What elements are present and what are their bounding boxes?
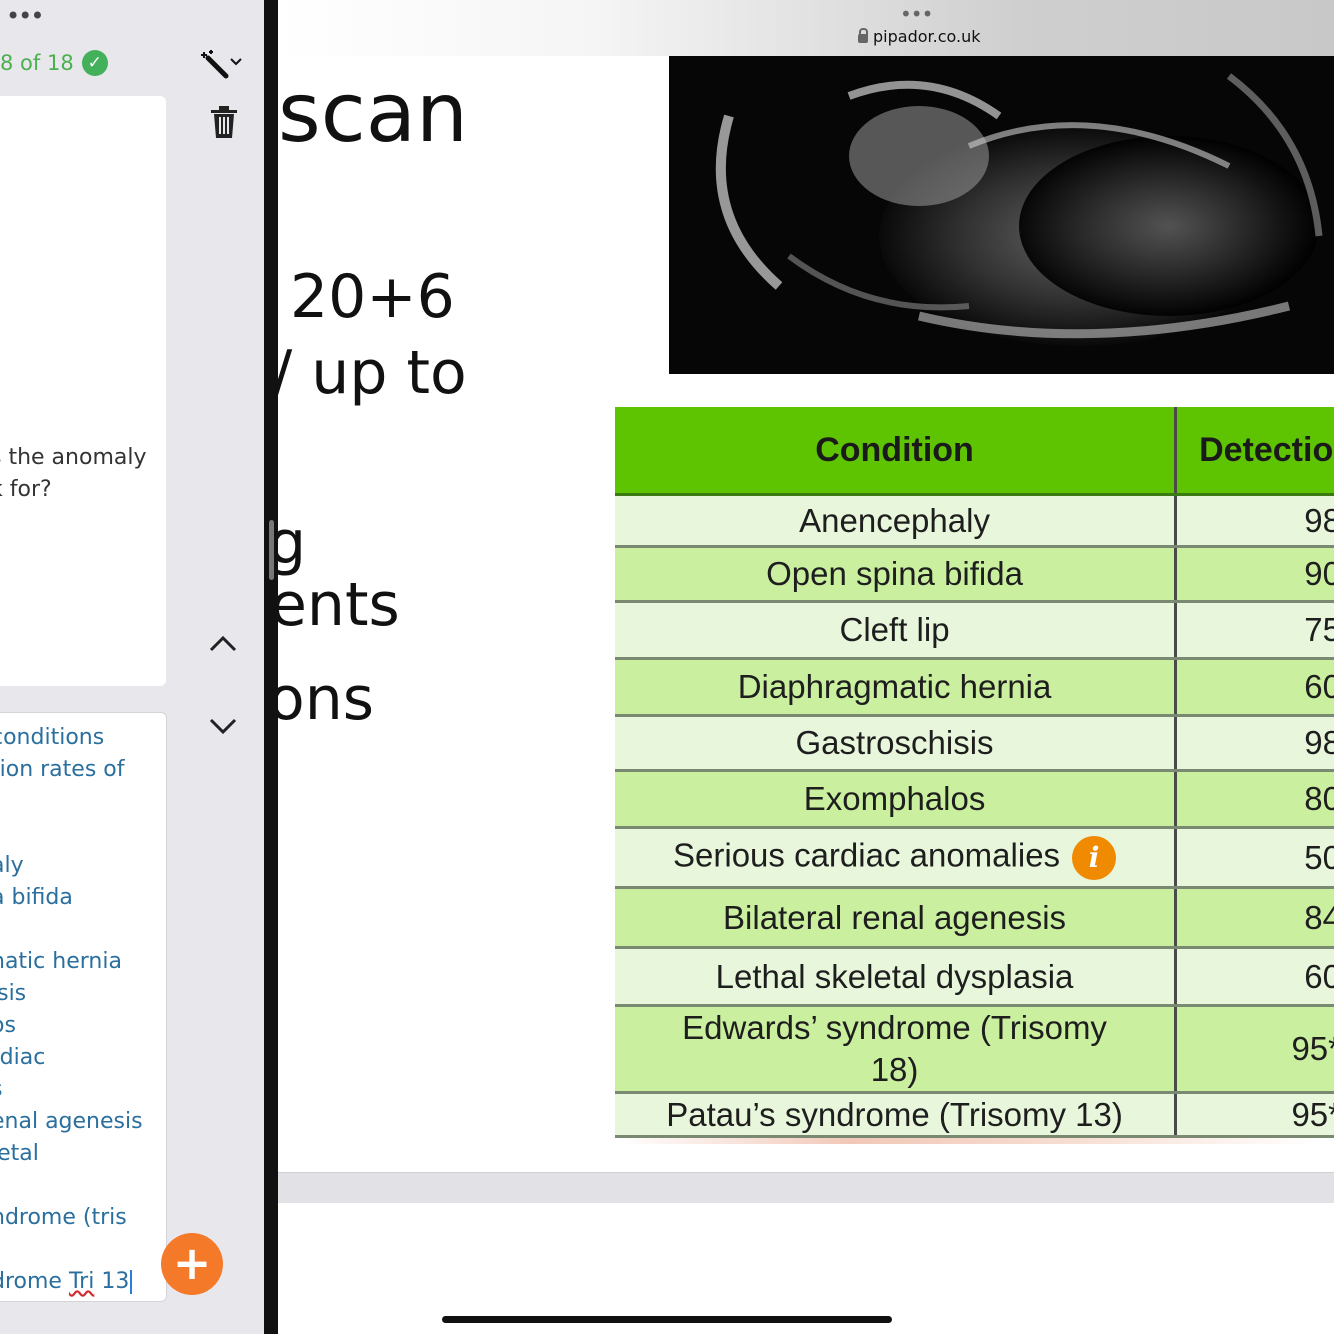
- table-header-row: Condition Detection: [615, 407, 1334, 496]
- answer-text: drome: [0, 1269, 62, 1294]
- condition-cell: Anencephaly: [615, 494, 1178, 548]
- question-card[interactable]: s the anomaly k for?: [0, 96, 166, 686]
- detection-cell: 98: [1175, 494, 1334, 548]
- detection-rates-table: Condition Detection Anencephaly 98 Open …: [615, 407, 1334, 1138]
- magic-wand-icon[interactable]: [196, 46, 248, 82]
- answer-line: rdiac: [0, 1045, 46, 1070]
- detection-cell: 80: [1175, 770, 1334, 829]
- misspelled-word[interactable]: Tri: [69, 1269, 94, 1294]
- page-separator: [278, 1172, 1334, 1203]
- split-view-grip-handle[interactable]: [269, 520, 274, 580]
- detection-cell: 50: [1175, 827, 1334, 889]
- detection-cell: 98: [1175, 715, 1334, 772]
- condition-cell: Cleft lip: [615, 601, 1178, 660]
- detection-cell: 84: [1175, 887, 1334, 949]
- condition-cell: Lethal skeletal dysplasia: [615, 947, 1178, 1007]
- detection-cell: 60: [1175, 947, 1334, 1007]
- slide-text: 20+6: [290, 262, 455, 332]
- condition-cell: Exomphalos: [615, 770, 1178, 829]
- table-row: Open spina bifida 90: [615, 546, 1334, 603]
- multitask-dots-icon[interactable]: •••: [900, 2, 933, 26]
- condition-cell: Diaphragmatic hernia: [615, 658, 1178, 717]
- plus-icon: +: [172, 1236, 212, 1290]
- table-row: Serious cardiac anomalies i 50: [615, 827, 1334, 889]
- lock-icon: [858, 28, 868, 43]
- answer-card[interactable]: conditions tion rates of aly a bifida na…: [0, 712, 167, 1302]
- card-counter: 8 of 18 ✓: [0, 50, 108, 76]
- answer-line: s: [0, 1075, 2, 1105]
- address-bar[interactable]: pipador.co.uk: [858, 27, 981, 46]
- add-card-button[interactable]: +: [161, 1233, 223, 1295]
- chevron-down-icon[interactable]: [206, 712, 240, 740]
- table-row: Gastroschisis 98: [615, 715, 1334, 772]
- question-text: s the anomaly k for?: [0, 445, 147, 502]
- condition-cell: Gastroschisis: [615, 715, 1178, 772]
- split-view-divider[interactable]: [264, 0, 278, 1334]
- answer-line: ndrome (tris: [0, 1205, 127, 1230]
- condition-cell: Open spina bifida: [615, 546, 1178, 603]
- table-shadow: [618, 1138, 1318, 1144]
- condition-label: Serious cardiac anomalies: [673, 836, 1061, 874]
- answer-line: tion rates of: [0, 757, 125, 782]
- check-circle-icon: ✓: [81, 50, 108, 76]
- slide-text: ons: [278, 664, 374, 734]
- answer-line: isis: [0, 981, 27, 1006]
- answer-line: os: [0, 1013, 16, 1038]
- chevron-up-icon[interactable]: [206, 630, 240, 658]
- table-row: Anencephaly 98: [615, 494, 1334, 548]
- trash-icon[interactable]: [208, 104, 240, 140]
- answer-line: letal: [0, 1141, 39, 1166]
- table-row: Bilateral renal agenesis 84: [615, 887, 1334, 949]
- ultrasound-image: [669, 56, 1334, 374]
- slide-text: / up to: [278, 338, 467, 408]
- slide-text: g: [278, 508, 307, 578]
- answer-line: conditions: [0, 725, 105, 750]
- slide-heading: scan: [278, 66, 469, 161]
- table-row: Exomphalos 80: [615, 770, 1334, 829]
- condition-cell: Patau’s syndrome (Trisomy 13): [615, 1092, 1178, 1138]
- text-caret: [130, 1270, 133, 1294]
- flashcard-pane: ••• 8 of 18 ✓ s the anomaly k for? condi…: [0, 0, 264, 1334]
- browser-pane: ••• pipador.co.uk scan 20+6 / up to g en…: [278, 0, 1334, 1334]
- table-row: Patau’s syndrome (Trisomy 13) 95*: [615, 1092, 1334, 1138]
- slide-text: ents: [278, 570, 400, 640]
- column-header-condition: Condition: [615, 407, 1178, 496]
- answer-line-editing[interactable]: drome Tri 13: [0, 1267, 133, 1297]
- card-counter-label: 8 of 18: [0, 51, 74, 75]
- multitask-dots-icon[interactable]: •••: [6, 2, 44, 30]
- answer-line: enal agenesis: [0, 1109, 143, 1134]
- detection-cell: 60: [1175, 658, 1334, 717]
- answer-line: a bifida: [0, 885, 73, 910]
- condition-cell: Edwards’ syndrome (Trisomy 18): [615, 1005, 1178, 1094]
- home-indicator[interactable]: [442, 1316, 892, 1323]
- condition-cell: Bilateral renal agenesis: [615, 887, 1178, 949]
- column-header-detection: Detection: [1175, 407, 1334, 496]
- answer-text: 13: [94, 1269, 130, 1294]
- detection-cell: 90: [1175, 546, 1334, 603]
- info-icon[interactable]: i: [1072, 835, 1117, 880]
- answer-line: aly: [0, 853, 24, 878]
- detection-cell: 95*: [1175, 1005, 1334, 1094]
- detection-cell: 95*: [1175, 1092, 1334, 1138]
- table-row: Diaphragmatic hernia 60: [615, 658, 1334, 717]
- table-row: Lethal skeletal dysplasia 60: [615, 947, 1334, 1007]
- table-row: Cleft lip 75: [615, 601, 1334, 660]
- answer-line: natic hernia: [0, 949, 122, 974]
- table-row: Edwards’ syndrome (Trisomy 18) 95*: [615, 1005, 1334, 1094]
- browser-topbar: ••• pipador.co.uk: [278, 0, 1334, 56]
- condition-cell: Serious cardiac anomalies i: [615, 827, 1178, 889]
- url-text: pipador.co.uk: [873, 27, 981, 46]
- detection-cell: 75: [1175, 601, 1334, 660]
